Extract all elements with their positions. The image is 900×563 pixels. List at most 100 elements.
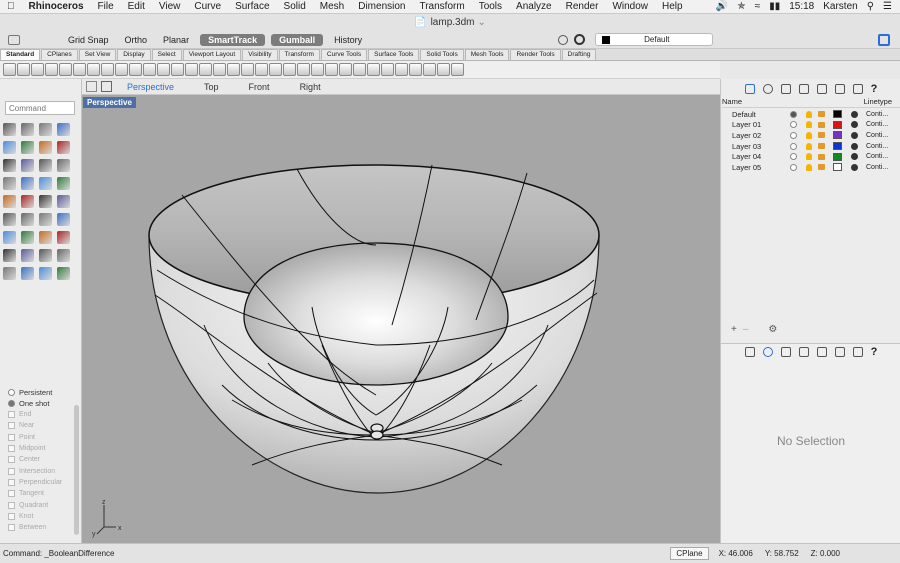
bulb-icon[interactable]	[806, 163, 812, 171]
bulb-icon[interactable]	[806, 142, 812, 150]
tab-set-view[interactable]: Set View	[78, 49, 117, 60]
app-menu[interactable]: Rhinoceros	[22, 1, 91, 12]
layer-name[interactable]: Layer 02	[732, 131, 761, 140]
revolve-tool-icon[interactable]	[39, 195, 52, 208]
layer-row[interactable]: Layer 02 Conti...	[721, 130, 900, 141]
patch-tool-icon[interactable]	[21, 213, 34, 226]
layers-icon[interactable]	[744, 84, 755, 94]
monitor-icon[interactable]	[852, 347, 863, 357]
checkbox-icon[interactable]	[8, 445, 15, 453]
tab-perspective[interactable]: Perspective	[112, 82, 189, 92]
layer-color-swatch[interactable]	[833, 131, 842, 140]
osnap-scrollbar[interactable]	[74, 405, 79, 535]
boolean-tool-icon[interactable]	[57, 249, 70, 262]
monitor-icon[interactable]	[852, 84, 863, 94]
select-tool-icon[interactable]	[3, 123, 16, 136]
current-layer-radio[interactable]	[790, 131, 797, 139]
tab-viewport-layout[interactable]: Viewport Layout	[182, 49, 242, 60]
tab-standard[interactable]: Standard	[0, 49, 41, 60]
camera-icon[interactable]	[798, 84, 809, 94]
box-tool-icon[interactable]	[3, 177, 16, 190]
import-icon[interactable]	[73, 63, 86, 76]
battery-icon[interactable]: ▮▮	[769, 1, 780, 12]
pan-icon[interactable]	[157, 63, 170, 76]
named-view-icon[interactable]	[241, 63, 254, 76]
tab-drafting[interactable]: Drafting	[561, 49, 597, 60]
open-file-icon[interactable]	[17, 63, 30, 76]
tab-render-tools[interactable]: Render Tools	[510, 49, 561, 60]
text-tool-icon[interactable]	[3, 231, 16, 244]
layer-name[interactable]: Layer 05	[732, 163, 761, 172]
menu-surface[interactable]: Surface	[228, 1, 276, 12]
lock-icon[interactable]	[818, 121, 825, 128]
osnap-item-perpendicular[interactable]: Perpendicular	[8, 477, 78, 488]
zoom-selected-icon[interactable]	[227, 63, 240, 76]
tab-mesh-tools[interactable]: Mesh Tools	[464, 49, 510, 60]
osnap-item-knot[interactable]: Knot	[8, 511, 78, 522]
object-icon[interactable]	[780, 347, 791, 357]
analyze-tool-icon[interactable]	[57, 267, 70, 280]
point-tool-icon[interactable]	[21, 123, 34, 136]
light-icon[interactable]	[816, 84, 827, 94]
single-view-icon[interactable]	[101, 81, 112, 92]
environment-icon[interactable]	[381, 63, 394, 76]
tab-front[interactable]: Front	[234, 82, 285, 92]
material-icon[interactable]	[851, 142, 858, 150]
loft-tool-icon[interactable]	[21, 195, 34, 208]
fillet-tool-icon[interactable]	[21, 159, 34, 172]
sun-icon[interactable]	[297, 63, 310, 76]
osnap-persistent[interactable]: Persistent	[8, 387, 78, 398]
osnap-item-end[interactable]: End	[8, 409, 78, 420]
export-icon[interactable]	[59, 63, 72, 76]
properties-icon[interactable]	[762, 84, 773, 94]
cut-icon[interactable]	[87, 63, 100, 76]
apple-icon[interactable]: 	[0, 1, 22, 12]
layer-linetype[interactable]: Conti...	[866, 121, 888, 128]
menu-file[interactable]: File	[91, 1, 121, 12]
smarttrack-toggle[interactable]: SmartTrack	[200, 33, 266, 46]
gumball-toggle[interactable]: Gumball	[271, 33, 324, 46]
help-icon[interactable]: ?	[871, 83, 878, 95]
layer-row[interactable]: Default Conti...	[721, 109, 900, 120]
curve-tool-icon[interactable]	[3, 159, 16, 172]
column-name[interactable]: Name	[722, 97, 742, 107]
checkbox-icon[interactable]	[8, 512, 15, 520]
menu-solid[interactable]: Solid	[277, 1, 313, 12]
column-linetype[interactable]: Linetype	[864, 97, 892, 107]
menu-dimension[interactable]: Dimension	[351, 1, 412, 12]
checkbox-icon[interactable]	[8, 490, 15, 498]
perspective-viewport[interactable]: z x y Perspective	[82, 95, 720, 543]
layer-color-swatch[interactable]	[833, 120, 842, 129]
help-icon[interactable]: ?	[871, 346, 878, 358]
osnap-item-intersection[interactable]: Intersection	[8, 465, 78, 476]
menu-edit[interactable]: Edit	[121, 1, 152, 12]
menu-mesh[interactable]: Mesh	[313, 1, 351, 12]
inner-dome-surface[interactable]	[243, 242, 509, 386]
material-icon[interactable]	[851, 163, 858, 171]
bowl-bottom-knob[interactable]	[370, 423, 384, 440]
trim-tool-icon[interactable]	[39, 213, 52, 226]
circle-tool-icon[interactable]	[3, 141, 16, 154]
rotate-view-icon[interactable]	[171, 63, 184, 76]
grid-icon[interactable]	[283, 63, 296, 76]
layer-icon[interactable]	[325, 63, 338, 76]
undo-icon[interactable]	[143, 63, 156, 76]
cylinder-tool-icon[interactable]	[21, 177, 34, 190]
lock-icon[interactable]	[818, 164, 825, 171]
remove-layer-icon[interactable]: –	[743, 324, 749, 336]
layer-name[interactable]: Layer 03	[732, 142, 761, 151]
layer-name[interactable]: Default	[732, 110, 756, 119]
checkbox-icon[interactable]	[8, 456, 15, 464]
layer-linetype[interactable]: Conti...	[866, 143, 888, 150]
properties-icon[interactable]	[762, 347, 773, 357]
filter-icon[interactable]	[558, 34, 569, 45]
globe-icon[interactable]	[395, 63, 408, 76]
osnap-item-tangent[interactable]: Tangent	[8, 488, 78, 499]
osnap-item-point[interactable]: Point	[8, 432, 78, 443]
mesh-tool-icon[interactable]	[3, 267, 16, 280]
mirror-tool-icon[interactable]	[57, 231, 70, 244]
menu-help[interactable]: Help	[655, 1, 690, 12]
layer-color-swatch[interactable]	[833, 110, 842, 119]
wifi-icon[interactable]: ≈	[755, 1, 761, 12]
help-icon[interactable]	[451, 63, 464, 76]
